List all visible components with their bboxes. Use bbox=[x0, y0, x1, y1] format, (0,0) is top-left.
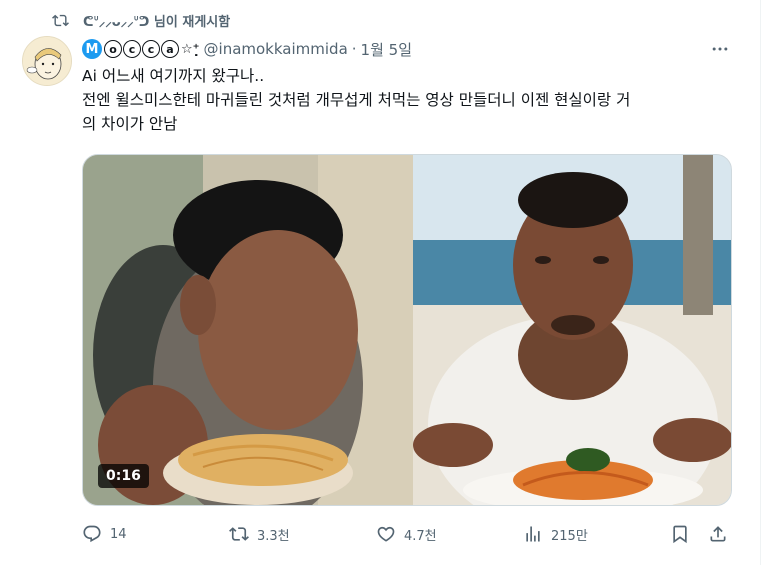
tweet-text-line: 의 차이가 안남 bbox=[82, 115, 178, 133]
view-count: 215만 bbox=[551, 528, 588, 544]
like-button[interactable]: 4.7천 bbox=[376, 520, 437, 548]
tweet-card[interactable]: ᕦᐡ⸝⸝ᴗ⸝⸝ᐡᕤ 님이 재게시함 M o c c a ☆⁺̣ @inamokk… bbox=[0, 0, 761, 565]
tweet-text-line: Ai 어느새 여기까지 왔구나.. bbox=[82, 67, 265, 85]
video-duration-badge: 0:16 bbox=[98, 464, 149, 488]
reply-icon bbox=[83, 525, 101, 543]
name-letter: c bbox=[123, 40, 141, 58]
like-count: 4.7천 bbox=[404, 528, 437, 544]
bookmark-icon bbox=[673, 525, 687, 544]
repost-icon bbox=[52, 14, 69, 26]
retweet-icon bbox=[229, 527, 249, 541]
views-icon bbox=[526, 526, 540, 542]
repost-button[interactable]: 3.3천 bbox=[229, 520, 290, 548]
display-name[interactable]: M o c c a ☆⁺̣ bbox=[82, 39, 200, 59]
tweet-text-line: 전엔 윌스미스한테 마귀들린 것처럼 개무섭게 처먹는 영상 만들더니 이젠 현… bbox=[82, 91, 631, 109]
name-letter: a bbox=[161, 40, 179, 58]
views-button[interactable]: 215만 bbox=[523, 520, 588, 548]
tweet-date[interactable]: 1월 5일 bbox=[361, 39, 412, 60]
tweet-header: M o c c a ☆⁺̣ @inamokkaimmida · 1월 5일 bbox=[82, 38, 720, 60]
repost-text: ᕦᐡ⸝⸝ᴗ⸝⸝ᐡᕤ 님이 재게시함 bbox=[83, 14, 231, 30]
video-thumbnail[interactable] bbox=[82, 154, 732, 506]
share-icon bbox=[710, 526, 726, 542]
name-suffix: ☆⁺̣ bbox=[181, 41, 200, 57]
like-icon bbox=[377, 526, 395, 542]
avatar[interactable] bbox=[22, 36, 72, 86]
reply-count: 14 bbox=[110, 526, 127, 542]
share-button[interactable] bbox=[708, 520, 736, 548]
name-badge-m: M bbox=[82, 39, 102, 59]
name-letter: o bbox=[104, 40, 122, 58]
repost-context[interactable]: ᕦᐡ⸝⸝ᴗ⸝⸝ᐡᕤ 님이 재게시함 bbox=[52, 10, 230, 30]
name-letter: c bbox=[142, 40, 160, 58]
bookmark-button[interactable] bbox=[670, 520, 698, 548]
tweet-actions: 14 3.3천 4.7천 215만 bbox=[76, 520, 736, 548]
reply-button[interactable]: 14 bbox=[82, 520, 127, 548]
repost-count: 3.3천 bbox=[257, 528, 290, 544]
more-icon[interactable] bbox=[708, 38, 732, 60]
user-handle[interactable]: @inamokkaimmida bbox=[204, 40, 348, 58]
tweet-text: Ai 어느새 여기까지 왔구나.. 전엔 윌스미스한테 마귀들린 것처럼 개무섭… bbox=[82, 64, 742, 136]
separator-dot: · bbox=[351, 40, 357, 58]
